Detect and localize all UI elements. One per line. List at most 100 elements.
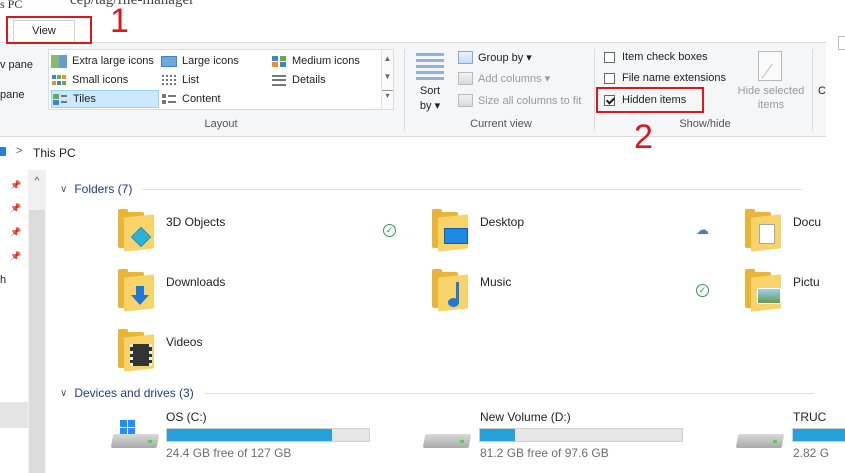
add-columns-label: Add columns ▾ <box>478 73 551 85</box>
folder-desktop-icon[interactable] <box>430 209 470 252</box>
folder-name[interactable]: Docu <box>793 215 821 229</box>
annotation-step-1: 1 <box>110 2 129 40</box>
file-name-extensions-toggle[interactable]: File name extensions <box>604 72 726 84</box>
add-columns-button[interactable]: Add columns ▾ <box>458 72 550 85</box>
folder-name[interactable]: Music <box>480 275 511 289</box>
small-icons-icon <box>51 74 67 87</box>
chevron-down-icon[interactable]: ∨ <box>60 388 67 399</box>
drive-name[interactable]: OS (C:) <box>166 410 207 424</box>
group-label-current-view: Current view <box>470 118 532 130</box>
navigation-pane-button-fragment[interactable]: v pane <box>0 59 33 71</box>
drive-free-space: 81.2 GB free of 97.6 GB <box>480 446 609 460</box>
breadcrumb-chevron-icon[interactable]: > <box>16 145 22 157</box>
medium-icons-icon <box>271 55 287 68</box>
drive-usage-bar <box>166 428 370 442</box>
nav-pane-scrollbar[interactable] <box>28 170 46 473</box>
preview-pane-button-fragment[interactable]: pane <box>0 89 24 101</box>
layout-option-large-icons[interactable]: Large icons <box>161 52 269 70</box>
folder-downloads-icon[interactable] <box>116 269 156 312</box>
sort-by-button[interactable]: Sort by ▾ <box>412 49 448 115</box>
content-icon <box>161 93 177 106</box>
drive-usage-bar <box>792 428 845 442</box>
file-name-extensions-label: File name extensions <box>622 72 726 84</box>
layout-option-details[interactable]: Details <box>271 71 381 89</box>
layout-option-label: Large icons <box>182 55 239 67</box>
cloud-icon: ☁ <box>696 222 709 237</box>
ribbon-expand-button[interactable] <box>838 36 845 50</box>
size-all-columns-button[interactable]: Size all columns to fit <box>458 94 581 107</box>
group-by-label: Group by ▾ <box>478 52 532 64</box>
folder-3d-objects-icon[interactable] <box>116 209 156 252</box>
annotation-box-view-tab <box>6 16 92 44</box>
layout-option-label: Content <box>182 93 221 105</box>
scroll-down-icon[interactable]: ▼ <box>382 72 393 81</box>
pin-icon: 📌 <box>10 180 22 190</box>
drive-d-icon[interactable] <box>422 420 472 452</box>
scroll-up-icon[interactable]: ▲ <box>382 54 393 63</box>
layout-option-medium-icons[interactable]: Medium icons <box>271 52 381 70</box>
article-headline-fragment: cep/tag/file-manager <box>70 0 195 8</box>
drive-c-icon[interactable] <box>110 420 160 452</box>
drive-truc-icon[interactable] <box>735 420 785 452</box>
scroll-up-icon[interactable]: ^ <box>28 176 46 187</box>
drives-section-header[interactable]: ∨ Devices and drives (3) <box>60 386 814 400</box>
group-label-show-hide: Show/hide <box>679 118 731 130</box>
layout-option-label: Details <box>292 74 326 86</box>
breadcrumb-this-pc[interactable]: This PC <box>33 146 76 160</box>
hide-selected-label-line2: items <box>757 99 785 111</box>
drive-free-space: 24.4 GB free of 127 GB <box>166 446 292 460</box>
layout-option-tiles[interactable]: Tiles <box>51 90 159 108</box>
layout-option-list[interactable]: List <box>161 71 269 89</box>
size-columns-icon <box>458 94 473 107</box>
folder-videos-icon[interactable] <box>116 329 156 372</box>
drive-usage-bar <box>479 428 683 442</box>
folder-documents-icon[interactable] <box>743 209 783 252</box>
folders-section-header[interactable]: ∨ Folders (7) <box>60 182 803 196</box>
sort-icon <box>416 51 444 81</box>
layout-gallery: Extra large icons Large icons Medium ico… <box>48 49 394 110</box>
layout-option-small-icons[interactable]: Small icons <box>51 71 159 89</box>
details-icon <box>271 74 287 87</box>
drives-heading: Devices and drives (3) <box>74 386 194 400</box>
item-check-boxes-label: Item check boxes <box>622 51 708 63</box>
hide-selected-icon <box>758 51 782 81</box>
group-by-button[interactable]: Group by ▾ <box>458 51 532 64</box>
group-by-icon <box>458 51 473 64</box>
pin-icon: 📌 <box>10 227 22 237</box>
folder-name[interactable]: Pictu <box>793 275 820 289</box>
annotation-step-2: 2 <box>634 118 653 156</box>
address-bar[interactable]: > This PC <box>0 142 845 164</box>
layout-option-extra-large-icons[interactable]: Extra large icons <box>51 52 159 70</box>
sync-ok-icon: ✓ <box>696 284 709 297</box>
drive-name[interactable]: New Volume (D:) <box>480 410 571 424</box>
nav-item-fragment[interactable]: h <box>0 274 6 286</box>
folder-name[interactable]: Downloads <box>166 275 225 289</box>
folder-pictures-icon[interactable] <box>743 269 783 312</box>
item-check-boxes-toggle[interactable]: Item check boxes <box>604 51 708 63</box>
gallery-more-icon[interactable]: ▾ <box>382 90 393 100</box>
drive-name[interactable]: TRUC <box>793 410 826 424</box>
hide-selected-label-line1: Hide selected <box>737 85 805 97</box>
folder-name[interactable]: Desktop <box>480 215 524 229</box>
list-icon <box>161 74 177 87</box>
navigation-pane: ^ 📌 📌 📌 📌 h <box>0 170 48 473</box>
folder-music-icon[interactable] <box>430 269 470 312</box>
item-check-boxes-checkbox[interactable] <box>604 51 615 63</box>
nav-selected-item[interactable] <box>0 402 28 428</box>
layout-option-label: Medium icons <box>292 55 360 67</box>
group-divider <box>812 49 813 131</box>
layout-option-label: Tiles <box>73 93 96 105</box>
file-name-extensions-checkbox[interactable] <box>604 72 615 84</box>
layout-gallery-scroll[interactable]: ▲ ▼ ▾ <box>381 50 393 109</box>
options-button-fragment[interactable]: C <box>818 85 826 97</box>
layout-option-content[interactable]: Content <box>161 90 269 108</box>
add-columns-icon <box>458 72 473 85</box>
drive-free-space: 2.82 G <box>793 446 830 460</box>
folder-name[interactable]: 3D Objects <box>166 215 225 229</box>
nav-scroll-thumb[interactable] <box>29 210 45 473</box>
tiles-icon <box>52 93 68 106</box>
chevron-down-icon[interactable]: ∨ <box>60 184 67 195</box>
folder-name[interactable]: Videos <box>166 335 202 349</box>
extra-large-icons-icon <box>51 54 67 68</box>
hide-selected-items-button[interactable]: Hide selected items <box>734 49 808 115</box>
